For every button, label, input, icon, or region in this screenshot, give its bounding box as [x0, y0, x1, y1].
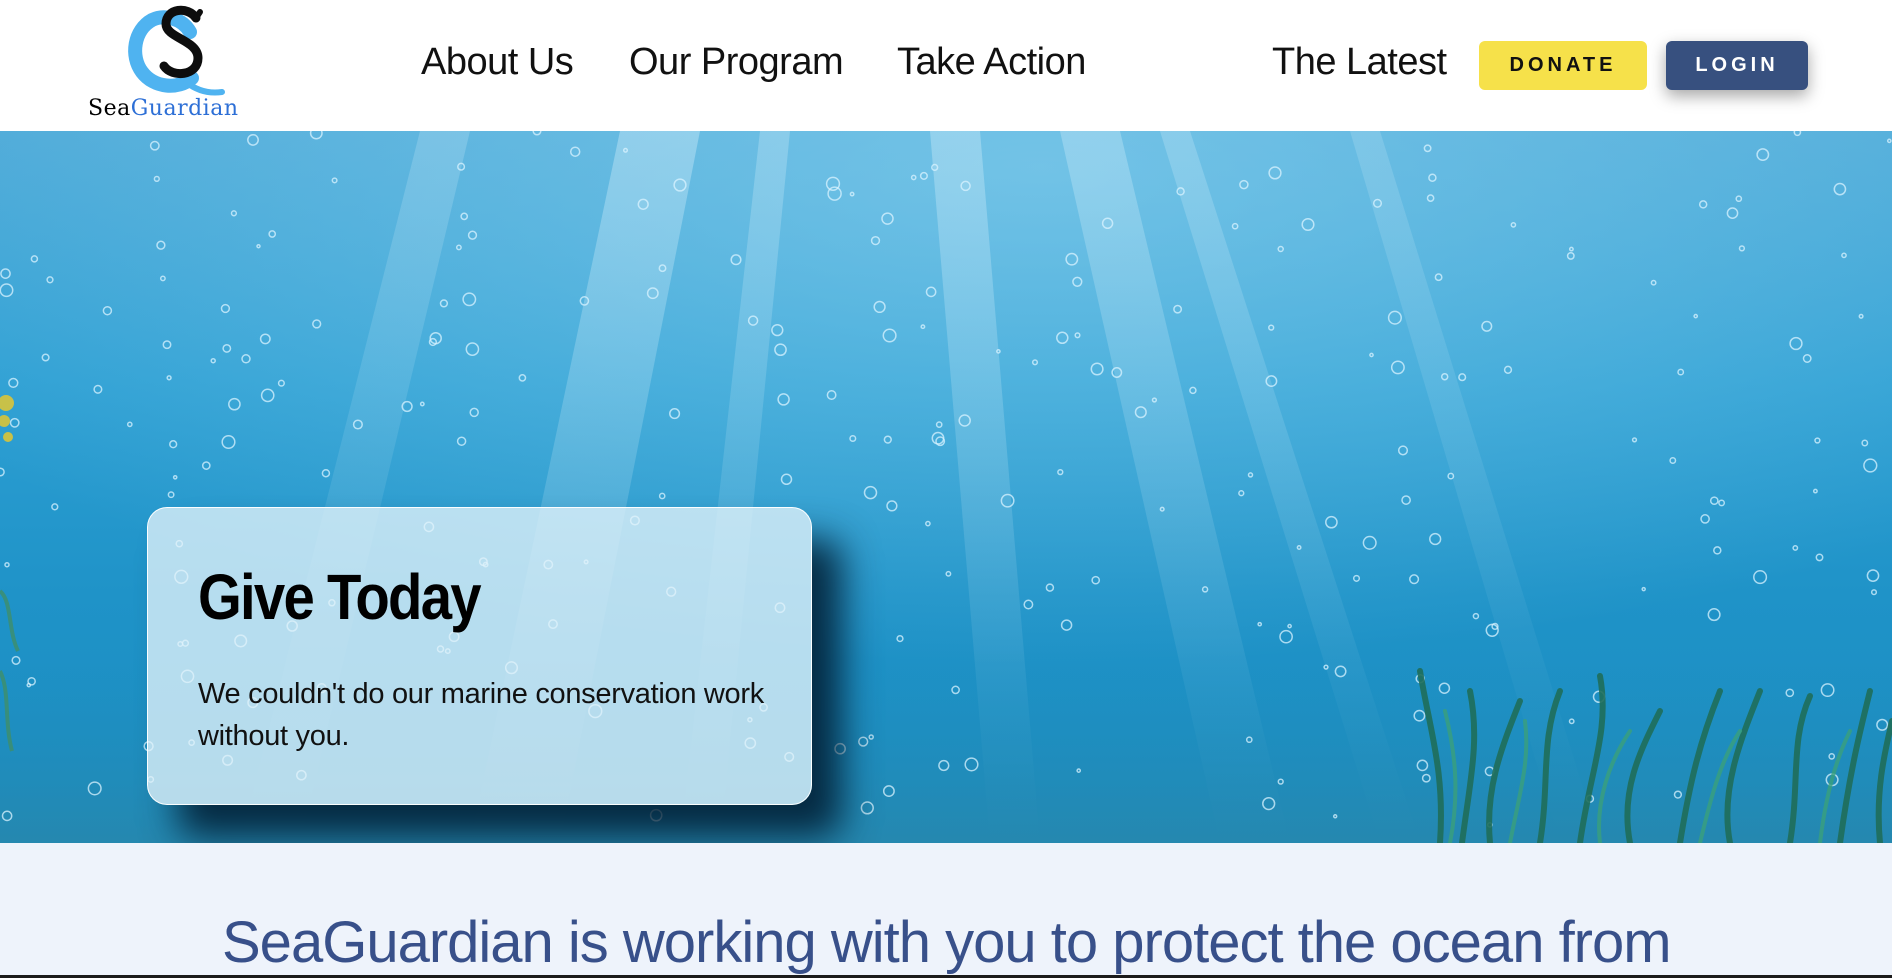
mission-section: SeaGuardian is working with you to prote… [0, 843, 1892, 978]
give-today-card: Give Today We couldn't do our marine con… [147, 507, 812, 805]
give-today-title: Give Today [198, 561, 482, 633]
nav-about-us[interactable]: About Us [421, 41, 574, 84]
site-header: SeaGuardian About Us Our Program Take Ac… [0, 0, 1892, 131]
login-button[interactable]: LOGIN [1666, 41, 1808, 90]
nav-our-program[interactable]: Our Program [629, 41, 844, 84]
nav-the-latest[interactable]: The Latest [1272, 41, 1447, 84]
mission-heading: SeaGuardian is working with you to prote… [222, 910, 1672, 975]
nav-take-action[interactable]: Take Action [897, 41, 1086, 84]
give-today-text: We couldn't do our marine conservation w… [198, 678, 764, 752]
donate-button[interactable]: DONATE [1479, 41, 1647, 90]
hero-section: Give Today We couldn't do our marine con… [0, 131, 1892, 843]
